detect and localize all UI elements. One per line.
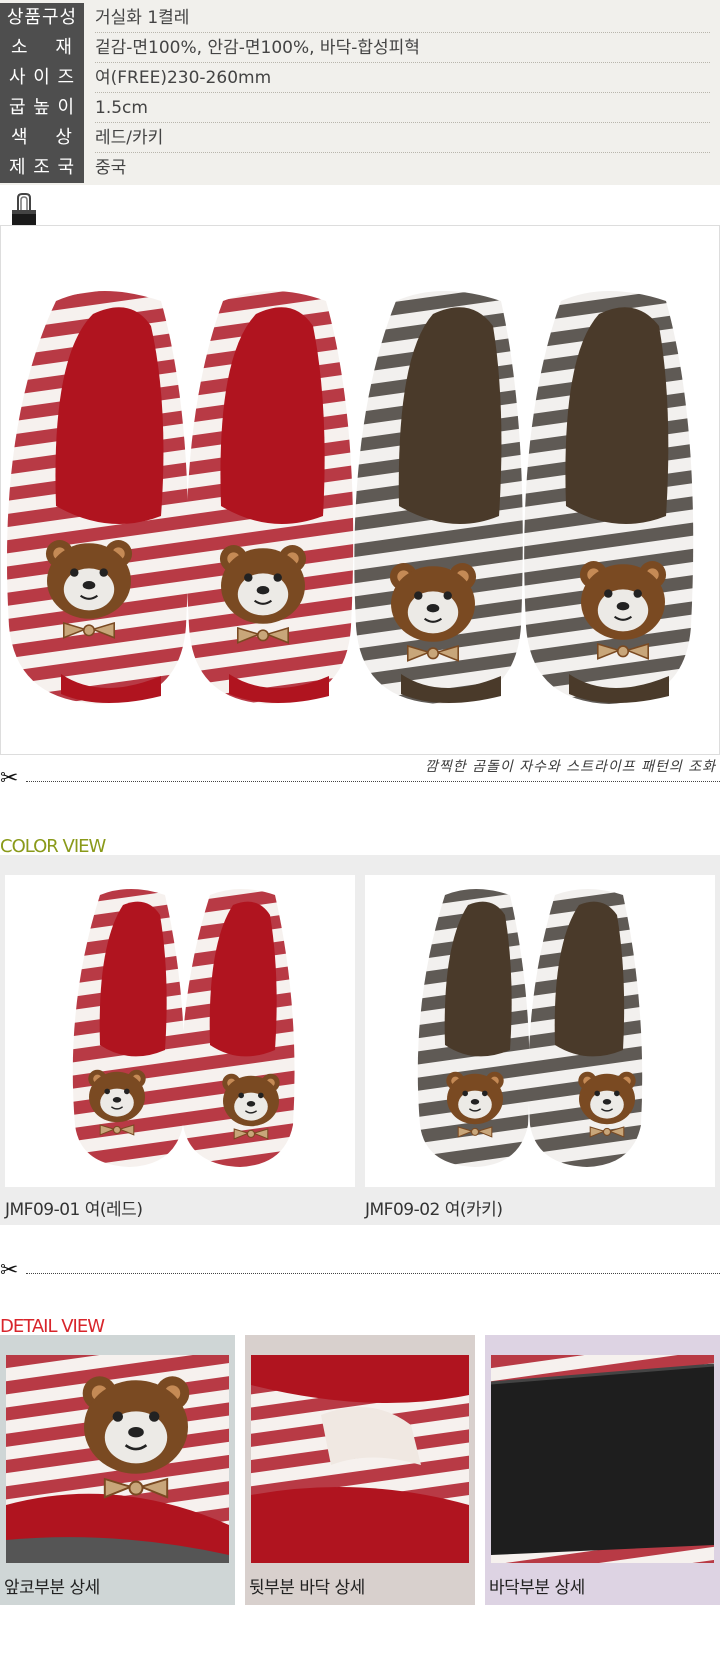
detail-sole-label: 바닥부분 상세: [489, 1578, 585, 1598]
color-option-khaki-image[interactable]: [365, 875, 715, 1187]
cut-divider: ✂: [0, 768, 720, 790]
spec-value: 거실화 1켤레: [95, 3, 710, 33]
color-view-title: COLOR VIEW: [0, 836, 106, 857]
spec-label: 제 조 국: [0, 153, 84, 183]
spec-row-composition: 상품구성 거실화 1켤레: [0, 3, 720, 33]
spec-value: 중국: [95, 158, 127, 178]
detail-heel-image: [251, 1355, 469, 1563]
detail-toe-label: 앞코부분 상세: [4, 1578, 100, 1598]
spec-value: 겉감-면100%, 안감-면100%, 바닥-합성피혁: [95, 33, 710, 63]
scissors-icon: ✂: [0, 766, 19, 791]
cut-divider: ✂: [0, 1260, 720, 1282]
detail-sole-image: [491, 1355, 714, 1563]
detail-heel: 뒷부분 바닥 상세: [245, 1335, 475, 1605]
spec-value: 레드/카키: [95, 123, 710, 153]
spec-row-origin: 제 조 국 중국: [0, 153, 720, 183]
spec-value: 1.5cm: [95, 93, 710, 123]
spec-label: 소 재: [0, 33, 84, 63]
main-product-photo: [0, 225, 720, 755]
color-option-red-image[interactable]: [5, 875, 355, 1187]
color-option-khaki-label: JMF09-02 여(카키): [365, 1200, 503, 1220]
spec-label: 상품구성: [0, 3, 84, 33]
spec-label: 굽 높 이: [0, 93, 84, 123]
main-caption: 깜찍한 곰돌이 자수와 스트라이프 패턴의 조화: [425, 759, 716, 775]
scissors-icon: ✂: [0, 1258, 19, 1283]
detail-toe-image: [6, 1355, 229, 1563]
khaki-slipper-right: [524, 291, 694, 704]
spec-label: 색 상: [0, 123, 84, 153]
khaki-slipper-left: [354, 291, 523, 704]
red-slipper-left: [6, 291, 189, 704]
spec-row-size: 사 이 즈 여(FREE)230-260mm: [0, 63, 720, 93]
detail-view-title: DETAIL VIEW: [0, 1316, 105, 1337]
detail-heel-label: 뒷부분 바닥 상세: [249, 1578, 365, 1598]
color-option-red-label: JMF09-01 여(레드): [5, 1200, 143, 1220]
spec-value: 여(FREE)230-260mm: [95, 63, 710, 93]
detail-toe: 앞코부분 상세: [0, 1335, 235, 1605]
detail-sole: 바닥부분 상세: [485, 1335, 720, 1605]
spec-row-color: 색 상 레드/카키: [0, 123, 720, 153]
spec-label: 사 이 즈: [0, 63, 84, 93]
spec-table: 상품구성 거실화 1켤레 소 재 겉감-면100%, 안감-면100%, 바닥-…: [0, 0, 720, 185]
color-view-panel: JMF09-01 여(레드) JMF09-02 여(카키): [0, 855, 720, 1225]
spec-row-material: 소 재 겉감-면100%, 안감-면100%, 바닥-합성피혁: [0, 33, 720, 63]
spec-row-heel: 굽 높 이 1.5cm: [0, 93, 720, 123]
red-slipper-right: [186, 291, 354, 704]
